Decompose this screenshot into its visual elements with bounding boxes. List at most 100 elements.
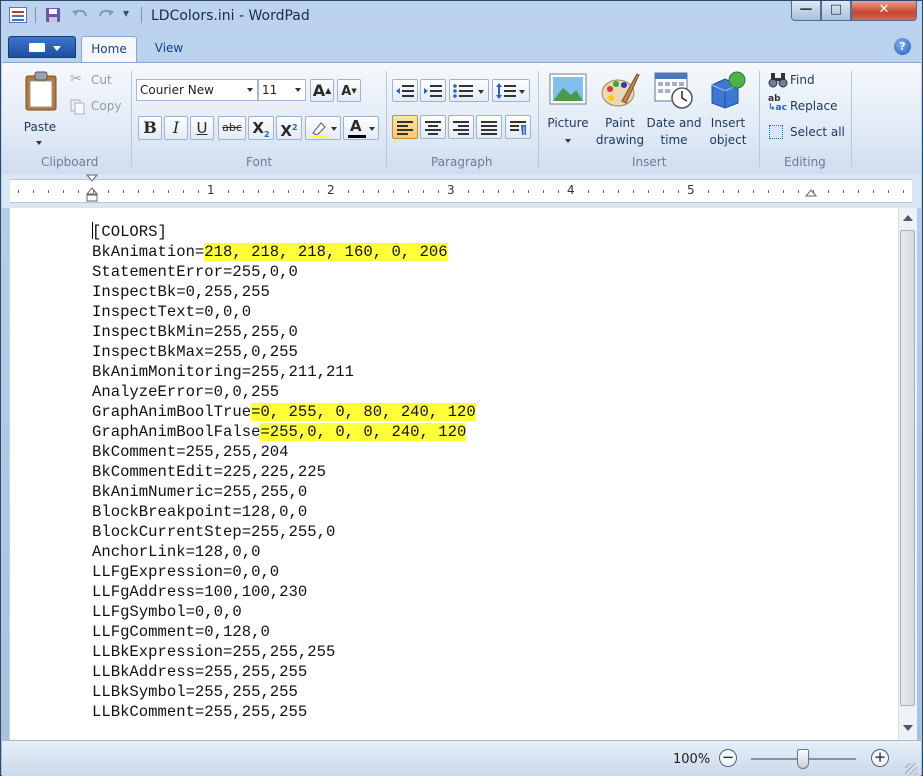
increase-indent-button[interactable] xyxy=(420,79,446,102)
document-line[interactable]: LLFgAddress=100,100,230 xyxy=(92,582,307,602)
find-button[interactable]: Find xyxy=(768,72,838,90)
highlight-color-button[interactable] xyxy=(305,116,341,140)
help-icon[interactable]: ? xyxy=(894,38,911,55)
document-area[interactable]: [COLORS] BkAnimation=218, 218, 218, 160, … xyxy=(9,208,898,740)
right-indent-marker[interactable] xyxy=(805,188,817,200)
ruler-number: 3 xyxy=(447,183,455,197)
document-line[interactable]: LLBkExpression=255,255,255 xyxy=(92,642,335,662)
document-line[interactable]: BlockCurrentStep=255,255,0 xyxy=(92,522,335,542)
scroll-down-icon[interactable] xyxy=(903,725,913,731)
scrollbar-thumb[interactable] xyxy=(900,230,915,706)
ruler-tick xyxy=(168,190,169,193)
find-label: Find xyxy=(790,73,815,87)
select-all-button[interactable]: Select all xyxy=(768,124,848,142)
wordpad-app-icon[interactable] xyxy=(9,7,27,23)
zoom-out-button[interactable]: − xyxy=(719,749,737,767)
copy-button[interactable]: Copy xyxy=(70,98,130,116)
line-spacing-button[interactable] xyxy=(492,79,530,102)
document-line[interactable]: BkAnimMonitoring=255,211,211 xyxy=(92,362,354,382)
close-button[interactable]: ✕ xyxy=(851,1,917,21)
grow-font-button[interactable]: A▲ xyxy=(310,79,334,102)
tab-home[interactable]: Home xyxy=(81,36,137,62)
ruler-tick xyxy=(33,190,34,193)
line-text: StatementError=255,0,0 xyxy=(92,263,298,281)
superscript-button[interactable]: X2 xyxy=(276,116,302,140)
ruler-tick xyxy=(603,190,604,193)
line-text: GraphAnimBoolTrue xyxy=(92,403,252,421)
resize-grip[interactable] xyxy=(905,763,917,775)
maximize-button[interactable]: □ xyxy=(821,1,851,21)
customize-qat-icon[interactable]: ▾ xyxy=(123,6,129,24)
strikethrough-button[interactable]: abc xyxy=(218,116,246,140)
decrease-indent-button[interactable] xyxy=(392,79,418,102)
application-menu-button[interactable] xyxy=(8,36,76,58)
document-line[interactable]: AnalyzeError=0,0,255 xyxy=(92,382,279,402)
document-line[interactable]: BkCommentEdit=225,225,225 xyxy=(92,462,326,482)
subscript-button[interactable]: X2 xyxy=(248,116,274,140)
align-center-button[interactable] xyxy=(420,115,446,139)
paste-button[interactable]: Paste xyxy=(16,69,64,149)
line-text: InspectBkMin=255,255,0 xyxy=(92,323,298,341)
document-line[interactable]: InspectText=0,0,0 xyxy=(92,302,251,322)
zoom-slider-thumb[interactable] xyxy=(797,749,809,769)
document-line[interactable]: BkComment=255,255,204 xyxy=(92,442,289,462)
line-text: BkAnimation= xyxy=(92,243,205,261)
indent-marker[interactable] xyxy=(86,174,98,204)
date-time-button[interactable]: Date and time xyxy=(646,69,702,151)
document-line[interactable]: LLFgComment=0,128,0 xyxy=(92,622,270,642)
minimize-button[interactable]: — xyxy=(791,1,821,21)
insert-object-button[interactable]: Insert object xyxy=(703,69,753,151)
chevron-down-icon xyxy=(369,127,375,131)
ruler-strip[interactable]: 1 2 3 4 5 xyxy=(10,174,912,203)
align-left-button[interactable] xyxy=(392,115,418,139)
underline-button[interactable]: U xyxy=(190,116,214,140)
document-line[interactable]: InspectBk=0,255,255 xyxy=(92,282,270,302)
undo-icon[interactable] xyxy=(71,7,89,25)
ruler-tick xyxy=(348,190,349,193)
ruler-tick xyxy=(663,190,664,193)
picture-button[interactable]: Picture xyxy=(543,69,593,151)
document-line[interactable]: StatementError=255,0,0 xyxy=(92,262,298,282)
document-line[interactable]: GraphAnimBoolFalse=255,0, 0, 0, 240, 120 xyxy=(92,422,467,442)
ruler[interactable]: 1 2 3 4 5 xyxy=(2,174,921,208)
font-family-select[interactable]: Courier New xyxy=(136,79,258,101)
font-size-select[interactable]: 11 xyxy=(258,79,306,101)
tab-view[interactable]: View xyxy=(143,36,195,62)
document-line[interactable]: [COLORS] xyxy=(92,222,167,242)
shrink-font-button[interactable]: A▼ xyxy=(337,79,361,102)
document-line[interactable]: BkAnimation=218, 218, 218, 160, 0, 206 xyxy=(92,242,448,262)
document-line[interactable]: LLFgSymbol=0,0,0 xyxy=(92,602,242,622)
zoom-in-button[interactable]: + xyxy=(871,749,889,767)
redo-icon[interactable] xyxy=(97,7,115,25)
align-right-button[interactable] xyxy=(448,115,474,139)
italic-button[interactable]: I xyxy=(164,116,188,140)
document-line[interactable]: LLFgExpression=0,0,0 xyxy=(92,562,279,582)
paragraph-dialog-button[interactable] xyxy=(505,115,531,139)
ruler-tick xyxy=(798,190,799,193)
font-color-button[interactable]: A xyxy=(343,116,379,140)
document-line[interactable]: InspectBkMax=255,0,255 xyxy=(92,342,298,362)
document-line[interactable]: LLBkComment=255,255,255 xyxy=(92,702,307,722)
document-line[interactable]: LLBkSymbol=255,255,255 xyxy=(92,682,298,702)
line-spacing-icon xyxy=(496,83,516,99)
document-line[interactable]: AnchorLink=128,0,0 xyxy=(92,542,260,562)
document-line[interactable]: GraphAnimBoolTrue=0, 255, 0, 80, 240, 12… xyxy=(92,402,476,422)
save-icon[interactable] xyxy=(45,7,61,25)
insert-object-icon xyxy=(711,71,746,109)
scroll-up-icon[interactable] xyxy=(903,215,913,221)
document-line[interactable]: InspectBkMin=255,255,0 xyxy=(92,322,298,342)
bullets-button[interactable] xyxy=(449,79,489,102)
justify-button[interactable] xyxy=(476,115,502,139)
document-line[interactable]: BkAnimNumeric=255,255,0 xyxy=(92,482,307,502)
document-line[interactable]: LLBkAddress=255,255,255 xyxy=(92,662,307,682)
replace-button[interactable]: ab ↳ac Replace xyxy=(768,95,848,116)
paint-drawing-button[interactable]: Paint drawing xyxy=(594,69,646,151)
vertical-scrollbar[interactable] xyxy=(898,208,917,740)
bold-button[interactable]: B xyxy=(138,116,162,140)
document-line[interactable]: BlockBreakpoint=128,0,0 xyxy=(92,502,307,522)
cut-button[interactable]: ✂ Cut xyxy=(70,71,130,90)
group-label-clipboard: Clipboard xyxy=(41,155,99,169)
title-bar[interactable]: ▾ LDColors.ini - WordPad — □ ✕ xyxy=(1,1,922,31)
insert-object-label-2: object xyxy=(709,133,747,147)
group-separator xyxy=(759,71,760,167)
